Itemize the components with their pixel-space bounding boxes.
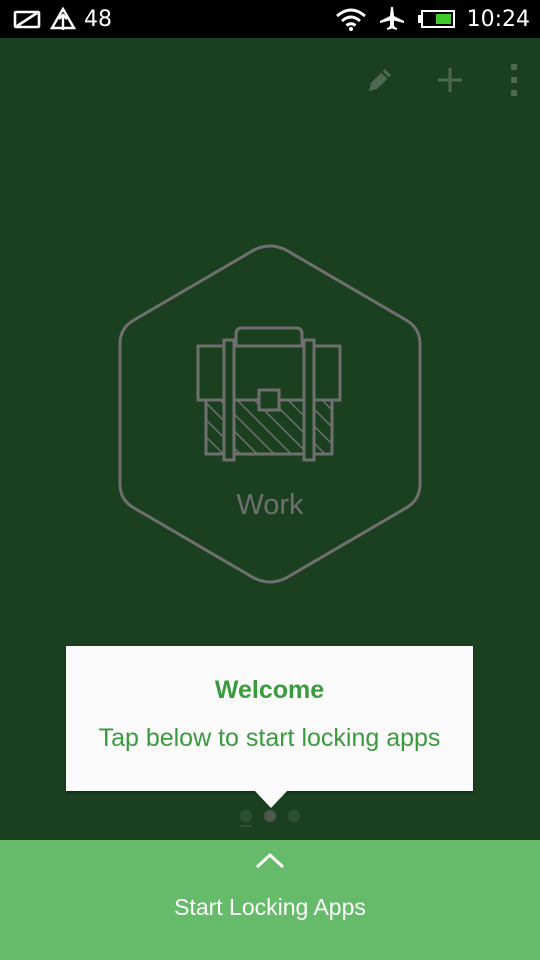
action-toolbar <box>0 38 540 122</box>
tooltip-title: Welcome <box>214 676 325 704</box>
briefcase-icon <box>196 326 342 462</box>
edit-button[interactable] <box>356 56 404 104</box>
page-dot-1[interactable] <box>240 810 252 822</box>
status-bar-right: 10:24 <box>335 6 530 32</box>
chevron-up-icon <box>255 852 285 869</box>
upload-notification-icon <box>50 7 76 30</box>
page-dot-underline <box>240 825 252 827</box>
start-locking-apps-button[interactable]: Start Locking Apps <box>0 840 540 960</box>
status-bar: 48 10:24 <box>0 0 540 38</box>
welcome-tooltip: Welcome Tap below to start locking apps <box>66 646 473 791</box>
profile-work-hexagon[interactable]: Work <box>118 244 422 584</box>
airplane-mode-icon <box>379 7 404 30</box>
profile-label: Work <box>236 489 304 521</box>
status-bar-left: 48 <box>12 7 112 32</box>
page-indicator <box>236 806 306 830</box>
page-dot-2-active[interactable] <box>264 810 276 822</box>
notification-count: 48 <box>84 6 112 32</box>
more-options-button[interactable] <box>490 56 538 104</box>
start-locking-apps-label: Start Locking Apps <box>174 894 366 920</box>
battery-icon <box>417 10 455 28</box>
clock: 10:24 <box>466 6 530 32</box>
edit-icon <box>369 69 391 91</box>
add-icon <box>438 68 462 92</box>
more-vertical-icon <box>511 64 517 96</box>
notification-card-icon <box>13 10 41 29</box>
tooltip-message: Tap below to start locking apps <box>98 724 441 752</box>
add-button[interactable] <box>426 56 474 104</box>
wifi-icon <box>335 8 366 31</box>
page-dot-3[interactable] <box>288 810 300 822</box>
